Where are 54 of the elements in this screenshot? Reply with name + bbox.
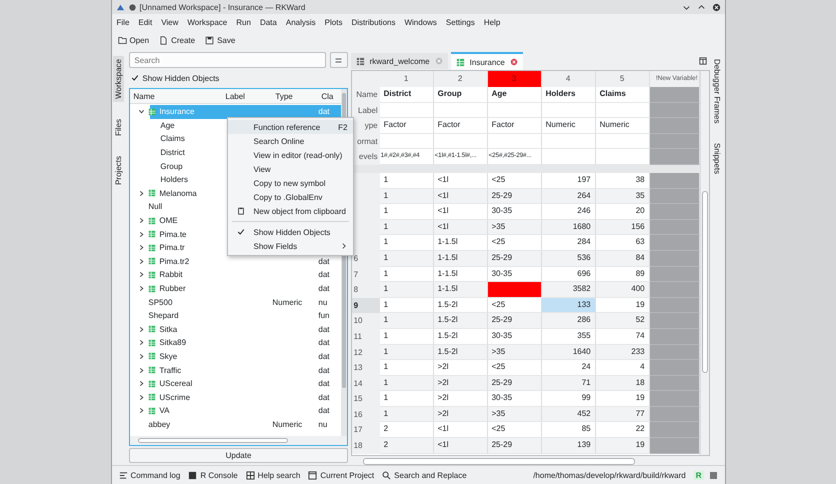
- row-header: 13: [352, 360, 380, 376]
- object-name: Pima.tr: [159, 243, 185, 252]
- row-header: Label: [352, 102, 380, 118]
- object-type: Numeric: [272, 420, 302, 429]
- window-title: [Unnamed Workspace] - Insurance — RKWard: [140, 2, 306, 12]
- object-class: dat: [318, 406, 330, 416]
- object-class: nu: [318, 420, 328, 429]
- object-name: SP500: [148, 298, 172, 307]
- object-name: Pima.tr2: [159, 256, 190, 266]
- row-header: 11: [352, 328, 380, 344]
- object-class: fun: [318, 311, 330, 320]
- row-header: 9: [352, 298, 380, 314]
- row-header: 6: [352, 250, 380, 267]
- object-class: dat: [318, 392, 330, 402]
- object-name: Rabbit: [159, 270, 182, 280]
- row-header: 16: [352, 406, 380, 422]
- object-name: UScrime: [159, 392, 190, 402]
- row-header: Name: [352, 87, 380, 103]
- object-class: dat: [318, 338, 330, 348]
- object-name: Sitka89: [159, 338, 186, 348]
- working-directory: /home/thomas/develop/rkward/build/rkward: [533, 470, 686, 480]
- row-header: 12: [352, 344, 380, 360]
- object-name: Rubber: [159, 284, 186, 294]
- object-class: dat: [318, 107, 330, 116]
- row-header: 8: [352, 282, 380, 298]
- object-name: Pima.te: [159, 230, 186, 239]
- object-class: dat: [318, 270, 330, 280]
- object-type: Numeric: [272, 298, 302, 307]
- object-name: UScereal: [159, 379, 192, 388]
- object-name: Shepard: [148, 311, 179, 320]
- object-name: VA: [159, 406, 170, 416]
- row-header: 10: [352, 313, 380, 329]
- object-class: dat: [318, 379, 330, 388]
- row-header: 17: [352, 422, 380, 438]
- tab-label: rkward_welcome: [370, 56, 430, 66]
- object-class: nu: [318, 298, 328, 307]
- row-header: 7: [352, 266, 380, 282]
- object-name: Sitka: [159, 324, 178, 334]
- row-header: 15: [352, 391, 380, 407]
- object-class: dat: [318, 256, 330, 266]
- object-name: Melanoma: [159, 188, 197, 198]
- object-name: Traffic: [159, 366, 182, 375]
- object-name: Skye: [159, 352, 178, 361]
- object-class: dat: [318, 366, 330, 375]
- tab-label: Insurance: [470, 58, 505, 66]
- object-class: dat: [318, 324, 330, 334]
- object-class: dat: [318, 284, 330, 294]
- row-header: 18: [352, 438, 380, 454]
- r-status-indicator: R: [694, 470, 704, 480]
- object-name: abbey: [148, 420, 170, 429]
- object-class: dat: [318, 352, 330, 361]
- object-name: OME: [159, 216, 178, 226]
- object-name: Insurance: [159, 107, 195, 116]
- row-header: 14: [352, 376, 380, 392]
